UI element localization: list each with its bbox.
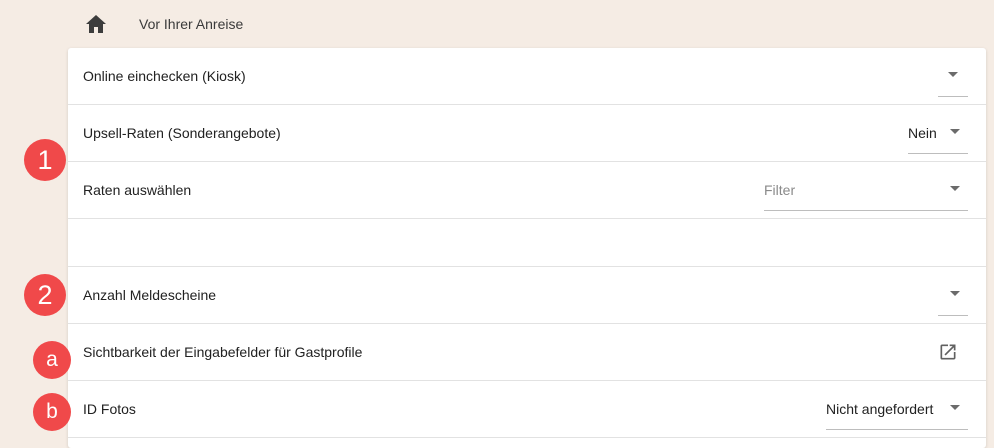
annotation-badge-b: b — [33, 393, 71, 431]
row-rates: Raten auswählen Filter — [68, 162, 986, 219]
breadcrumb: Vor Ihrer Anreise — [0, 0, 994, 48]
annotation-badge-2: 2 — [24, 274, 66, 316]
upsell-value: Nein — [908, 125, 937, 141]
settings-card: Online einchecken (Kiosk) Upsell-Raten (… — [68, 48, 986, 448]
breadcrumb-label[interactable]: Vor Ihrer Anreise — [139, 16, 243, 32]
id-fotos-label: ID Fotos — [83, 401, 136, 417]
annotation-badge-a: a — [33, 341, 71, 379]
id-fotos-value: Nicht angefordert — [826, 401, 934, 417]
annotation-badge-1: 1 — [24, 139, 66, 181]
chevron-down-icon — [950, 186, 960, 191]
row-sichtbarkeit: Sichtbarkeit der Eingabefelder für Gastp… — [68, 324, 986, 381]
meldescheine-label: Anzahl Meldescheine — [83, 287, 217, 303]
row-id-fotos: ID Fotos Nicht angefordert — [68, 381, 986, 438]
chevron-down-icon — [948, 72, 958, 77]
home-icon[interactable] — [84, 13, 108, 35]
id-fotos-select[interactable]: Nicht angefordert — [826, 381, 968, 430]
chevron-down-icon — [950, 405, 960, 410]
row-online-checkin: Online einchecken (Kiosk) — [68, 48, 986, 105]
open-in-new-icon[interactable] — [938, 342, 958, 362]
rates-filter-placeholder: Filter — [764, 182, 796, 198]
sichtbarkeit-label: Sichtbarkeit der Eingabefelder für Gastp… — [83, 344, 363, 360]
online-checkin-label: Online einchecken (Kiosk) — [83, 68, 246, 84]
rates-filter-select[interactable]: Filter — [764, 162, 968, 211]
chevron-down-icon — [950, 129, 960, 134]
online-checkin-select[interactable] — [938, 48, 968, 97]
meldescheine-select[interactable] — [938, 267, 968, 316]
row-meldescheine: Anzahl Meldescheine — [68, 267, 986, 324]
row-empty — [68, 219, 986, 267]
rates-label: Raten auswählen — [83, 182, 192, 198]
upsell-select[interactable]: Nein — [908, 105, 968, 154]
chevron-down-icon — [950, 291, 960, 296]
row-upsell: Upsell-Raten (Sonderangebote) Nein — [68, 105, 986, 162]
upsell-label: Upsell-Raten (Sonderangebote) — [83, 125, 281, 141]
